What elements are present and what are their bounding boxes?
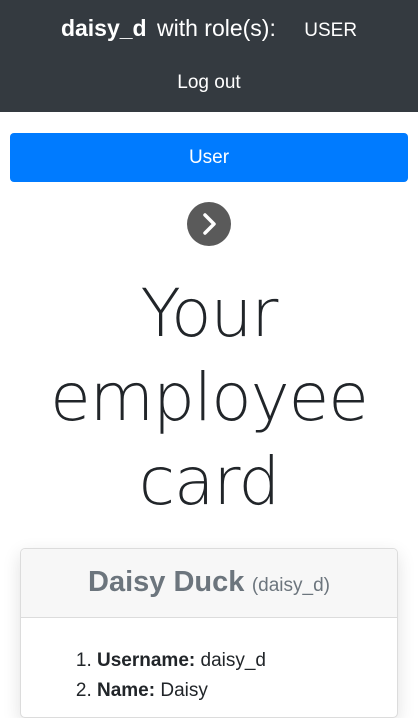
card-body: Username: daisy_d Name: Daisy bbox=[21, 618, 397, 706]
card-header: Daisy Duck (daisy_d) bbox=[21, 549, 397, 618]
page-title-line-2: employee bbox=[50, 359, 369, 436]
top-navbar: daisy_d with role(s): USER Log out bbox=[0, 0, 418, 112]
field-value: Daisy bbox=[160, 680, 208, 701]
employee-full-name: Daisy Duck bbox=[88, 566, 245, 598]
field-username: Username: daisy_d bbox=[97, 646, 397, 676]
logout-link[interactable]: Log out bbox=[0, 70, 418, 96]
with-roles-label: with role(s): bbox=[157, 15, 276, 41]
page-title-line-1: Your bbox=[140, 275, 279, 352]
employee-handle: (daisy_d) bbox=[251, 575, 330, 596]
current-username: daisy_d bbox=[60, 15, 147, 41]
field-label: Username: bbox=[97, 650, 196, 671]
page-title: Your employee card bbox=[0, 272, 418, 524]
field-value: daisy_d bbox=[200, 650, 267, 671]
field-name: Name: Daisy bbox=[97, 676, 397, 706]
role-badge: USER bbox=[304, 20, 358, 41]
user-roles-line: daisy_d with role(s): USER bbox=[0, 12, 418, 47]
field-label: Name: bbox=[97, 680, 156, 701]
page-title-line-3: card bbox=[138, 443, 281, 520]
user-button[interactable]: User bbox=[10, 133, 408, 182]
employee-field-list: Username: daisy_d Name: Daisy bbox=[77, 646, 397, 706]
employee-card: Daisy Duck (daisy_d) Username: daisy_d N… bbox=[20, 548, 398, 718]
chevron-right-icon[interactable] bbox=[187, 202, 231, 246]
